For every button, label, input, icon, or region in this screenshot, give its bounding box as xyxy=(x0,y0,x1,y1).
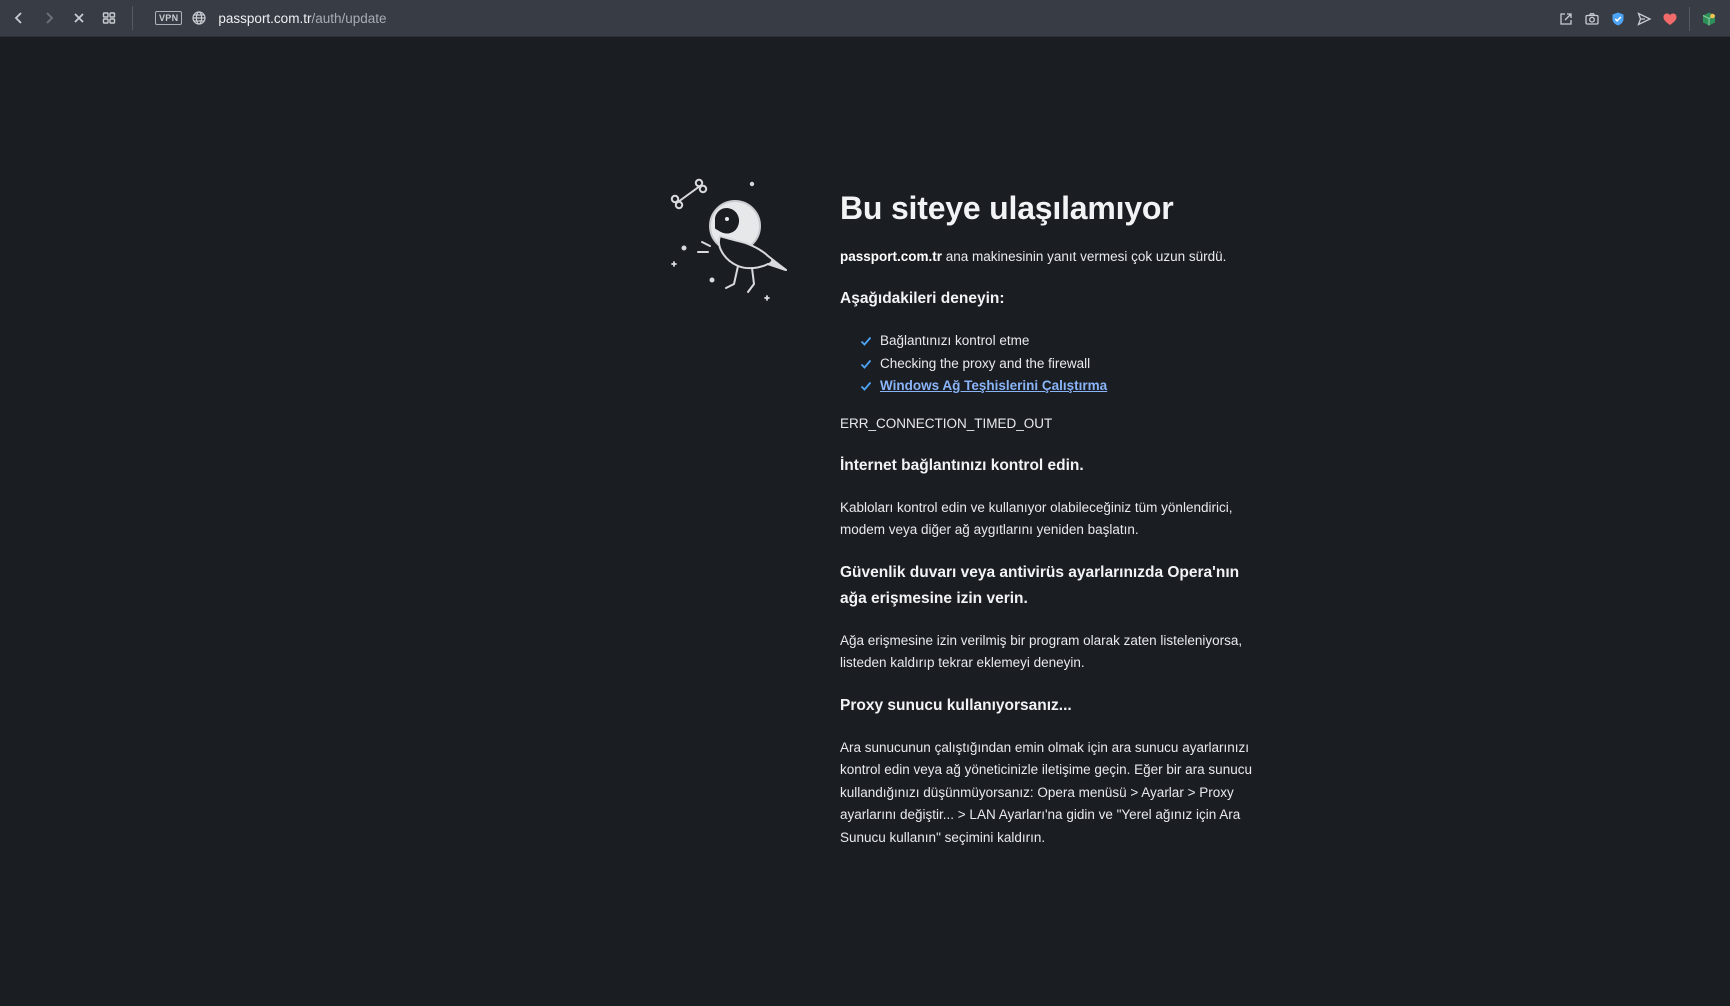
error-host: passport.com.tr xyxy=(840,249,943,264)
arrow-left-icon xyxy=(14,12,22,24)
extension-button[interactable] xyxy=(1696,6,1722,32)
dinosaur-astronaut-illustration xyxy=(670,178,787,301)
snapshot-button[interactable] xyxy=(1579,6,1605,32)
section-body-connection: Kabloları kontrol edin ve kullanıyor ola… xyxy=(840,499,1233,538)
section-body-firewall: Ağa erişmesine izin verilmiş bir program… xyxy=(840,632,1243,671)
send-icon xyxy=(1637,11,1652,26)
check-icon xyxy=(860,380,872,392)
forward-button[interactable] xyxy=(36,5,62,31)
toolbar-divider-right xyxy=(1689,6,1690,31)
grid-icon xyxy=(102,12,116,24)
address-bar[interactable]: passport.com.tr/auth/update xyxy=(218,11,386,26)
bone-icon xyxy=(670,178,708,210)
check-icon xyxy=(860,358,872,370)
url-host: passport.com.tr xyxy=(218,10,312,26)
error-content: Bu siteye ulaşılamıyor passport.com.tr a… xyxy=(840,190,1260,867)
error-summary-text: ana makinesinin yanıt vermesi çok uzun s… xyxy=(942,249,1227,264)
send-button[interactable] xyxy=(1631,6,1657,32)
error-code: ERR_CONNECTION_TIMED_OUT xyxy=(840,415,1053,431)
heart-icon xyxy=(1663,13,1677,25)
run-network-diagnostics-link[interactable]: Windows Ağ Teşhislerini Çalıştırma xyxy=(880,375,1107,398)
section-body-proxy: Ara sunucunun çalıştığından emin olmak i… xyxy=(840,739,1252,845)
section-heading-firewall: Güvenlik duvarı veya antivirüs ayarların… xyxy=(840,563,1240,607)
globe-icon xyxy=(192,11,207,25)
shield-icon xyxy=(1612,12,1624,25)
share-button[interactable] xyxy=(1553,6,1579,32)
share-icon xyxy=(1560,12,1572,25)
page-title: Bu siteye ulaşılamıyor xyxy=(840,190,1174,226)
cube-icon xyxy=(1702,12,1716,25)
suggestion-item: Checking the proxy and the firewall xyxy=(860,353,1260,376)
error-summary: passport.com.tr ana makinesinin yanıt ve… xyxy=(840,249,1260,264)
adblock-button[interactable] xyxy=(1605,6,1631,32)
tabs-overview-button[interactable] xyxy=(96,5,122,31)
camera-icon xyxy=(1585,12,1599,25)
suggestion-list: Bağlantınızı kontrol etme Checking the p… xyxy=(860,330,1260,398)
try-heading: Aşağıdakileri deneyin: xyxy=(840,290,1005,307)
suggestion-item: Bağlantınızı kontrol etme xyxy=(860,330,1260,353)
stop-loading-button[interactable] xyxy=(66,5,92,31)
close-icon xyxy=(74,13,84,23)
toolbar-actions xyxy=(1553,0,1730,37)
suggestion-text: Checking the proxy and the firewall xyxy=(880,355,1091,371)
browser-toolbar: VPN passport.com.tr/auth/update xyxy=(0,0,1730,37)
vpn-badge[interactable]: VPN xyxy=(155,11,183,25)
section-heading-connection: İnternet bağlantınızı kontrol edin. xyxy=(840,456,1084,474)
url-path: /auth/update xyxy=(311,10,387,26)
back-button[interactable] xyxy=(6,5,32,31)
suggestion-item: Windows Ağ Teşhislerini Çalıştırma xyxy=(860,375,1260,398)
site-info-button[interactable] xyxy=(190,5,208,31)
arrow-right-icon xyxy=(46,12,54,24)
check-icon xyxy=(860,335,872,347)
suggestion-text: Bağlantınızı kontrol etme xyxy=(880,333,1030,348)
toolbar-divider xyxy=(132,6,133,30)
section-heading-proxy: Proxy sunucu kullanıyorsanız... xyxy=(840,696,1072,714)
favorite-button[interactable] xyxy=(1657,6,1683,32)
